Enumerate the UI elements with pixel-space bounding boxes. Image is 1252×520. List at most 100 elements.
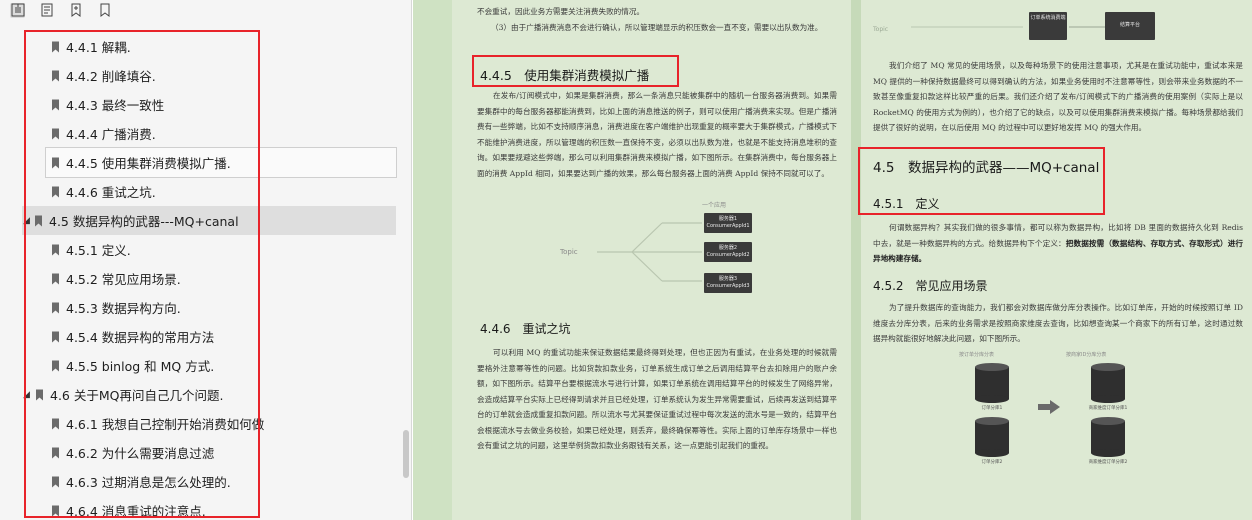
section-heading-4-4-6: 4.4.6 重试之坑 — [480, 322, 571, 336]
diagram-right-title: 按商家ID分库分表 — [1066, 352, 1107, 358]
diagram-topic-label: Topic — [873, 26, 889, 33]
bookmark-icon — [52, 447, 59, 458]
bookmark-icon — [52, 186, 59, 197]
outline-item-label: 4.4.2 削峰填谷. — [66, 69, 156, 84]
sidebar-scroll-thumb[interactable] — [403, 430, 409, 478]
outline-item-4-4-2[interactable]: 4.4.2 削峰填谷. — [0, 61, 398, 90]
diagram-arrows — [911, 26, 1105, 28]
outline-item-4-6-4[interactable]: 4.6.4 消息重试的注意点. — [0, 496, 398, 520]
paragraph: 不会重试，因此业务方需要关注消费失败的情况。 — [477, 7, 645, 16]
bookmark-icon — [52, 99, 59, 110]
outline-item-4-6-1[interactable]: 4.6.1 我想自己控制开始消费如何做 — [0, 409, 398, 438]
diagram-server-box: 服务器2 ConsumerAppId2 — [704, 242, 752, 262]
bookmark-icon — [52, 331, 59, 342]
section-heading-4-5-2: 4.5.2 常见应用场景 — [873, 279, 988, 293]
outline-sidebar: 4.4.1 解耦. 4.4.2 削峰填谷. 4.4.3 最终一致性 4.4.4 … — [0, 0, 412, 520]
bookmark-icon — [52, 41, 59, 52]
caret-expanded-icon[interactable]: ◢ — [23, 390, 33, 400]
section-heading-4-5-1: 4.5.1 定义 — [873, 197, 940, 211]
outline-item-4-6-2[interactable]: 4.6.2 为什么需要消息过滤 — [0, 438, 398, 467]
caret-expanded-icon[interactable]: ◢ — [23, 216, 33, 226]
outline-item-4-6-3[interactable]: 4.6.3 过期消息是怎么处理的. — [0, 467, 398, 496]
outline-item-label: 4.5.1 定义. — [66, 243, 131, 258]
section-heading-4-4-5: 4.4.5 使用集群消费模拟广播 — [480, 68, 650, 83]
outline-item-4-5-2[interactable]: 4.5.2 常见应用场景. — [0, 264, 398, 293]
outline-item-label: 4.6.2 为什么需要消息过滤 — [66, 446, 215, 461]
database-label: 订单分库1 — [981, 406, 1003, 411]
paragraph: 可以利用 MQ 的重试功能来保证数据结果最终得到处理，但也正因为有重试，在业务处… — [477, 348, 837, 450]
bookmark-add-icon[interactable] — [68, 3, 83, 18]
arrow-right-icon — [1038, 400, 1060, 414]
paragraph: （3）由于广播消费消息不会进行确认，所以管理端显示的积压数会一直不变，需要以出队… — [491, 23, 823, 32]
database-label: 商家维度订单分库1 — [1088, 406, 1128, 411]
outline-item-label: 4.6.1 我想自己控制开始消费如何做 — [66, 417, 265, 432]
bookmark-icon — [36, 389, 43, 400]
diagram-left-title: 按订单分库分表 — [959, 352, 995, 358]
outline-item-label: 4.5.2 常见应用场景. — [66, 272, 181, 287]
outline-item-label: 4.4.1 解耦. — [66, 40, 131, 55]
outline-icon[interactable] — [39, 3, 54, 18]
outline-item-label: 4.5.4 数据异构的常用方法 — [66, 330, 215, 345]
document-viewer[interactable]: 不会重试，因此业务方需要关注消费失败的情况。 （3）由于广播消费消息不会进行确认… — [413, 0, 1252, 520]
page-right: Topic 订单系统消费端 结算平台 我们介绍了 MQ 常见的使用场景，以及每种… — [861, 0, 1252, 520]
bookmark-icon — [52, 157, 59, 168]
paragraph: 为了提升数据库的查询能力，我们都会对数据库做分库分表操作。比如订单库，开始的时候… — [873, 303, 1243, 343]
diagram-settlement-box: 结算平台 — [1105, 12, 1155, 40]
bookmark-icon — [52, 70, 59, 81]
outline-item-4-5-3[interactable]: 4.5.3 数据异构方向. — [0, 293, 398, 322]
diagram-server-box: 服务器3 ConsumerAppId3 — [704, 273, 752, 293]
outline-item-label: 4.6 关于MQ再问自己几个问题. — [50, 388, 224, 403]
database-icon — [975, 363, 1009, 403]
page-left: 不会重试，因此业务方需要关注消费失败的情况。 （3）由于广播消费消息不会进行确认… — [452, 0, 851, 520]
outline-item-4-4-4[interactable]: 4.4.4 广播消费. — [0, 119, 398, 148]
sidebar-toolbar — [0, 0, 411, 20]
bookmark-icon — [52, 128, 59, 139]
bookmark-icon — [35, 215, 42, 226]
outline-item-label: 4.4.3 最终一致性 — [66, 98, 165, 113]
outline-item-4-5[interactable]: ◢ 4.5 数据异构的武器---MQ+canal — [22, 206, 396, 235]
diagram-topic-label: Topic — [560, 248, 578, 256]
paragraph: 在发布/订阅模式中，如果是集群消费，那么一条消息只能被集群中的随机一台服务器消费… — [477, 91, 837, 178]
database-icon — [975, 417, 1009, 457]
section-heading-4-5: 4.5 数据异构的武器——MQ+canal — [873, 160, 1100, 176]
database-label: 订单分库2 — [981, 460, 1003, 465]
outline-item-4-4-1[interactable]: 4.4.1 解耦. — [0, 32, 398, 61]
diagram-consumer-label: ConsumerAppId2 — [706, 252, 750, 258]
outline-item-4-4-3[interactable]: 4.4.3 最终一致性 — [0, 90, 398, 119]
bookmark-icon — [52, 476, 59, 487]
bookmark-icon — [52, 360, 59, 371]
database-icon — [1091, 417, 1125, 457]
bookmark-icon — [52, 273, 59, 284]
bookmark-icon — [52, 505, 59, 516]
bookmark-icon — [52, 418, 59, 429]
outline-item-label: 4.4.6 重试之坑. — [66, 185, 156, 200]
bookmark-icon[interactable] — [97, 3, 112, 18]
outline-item-label: 4.5.3 数据异构方向. — [66, 301, 181, 316]
diagram-consumer-label: ConsumerAppId3 — [706, 283, 750, 289]
outline-item-4-4-5[interactable]: 4.4.5 使用集群消费模拟广播. — [45, 147, 397, 178]
outline-item-4-5-5[interactable]: 4.5.5 binlog 和 MQ 方式. — [0, 351, 398, 380]
outline-item-4-6[interactable]: ◢ 4.6 关于MQ再问自己几个问题. — [0, 380, 398, 409]
outline-item-4-4-6[interactable]: 4.4.6 重试之坑. — [0, 177, 398, 206]
outline-item-label: 4.5.5 binlog 和 MQ 方式. — [66, 359, 215, 374]
outline-item-4-5-1[interactable]: 4.5.1 定义. — [0, 235, 398, 264]
diagram-consumer-label: ConsumerAppId1 — [706, 223, 750, 229]
database-label: 商家维度订单分库2 — [1088, 460, 1128, 465]
diagram-server-label: 服务器3 — [718, 276, 738, 282]
paragraph: 我们介绍了 MQ 常见的使用场景，以及每种场景下的使用注意事项，尤其是在重试功能… — [873, 61, 1243, 132]
outline-item-label: 4.5 数据异构的武器---MQ+canal — [49, 214, 239, 229]
bookmark-icon — [52, 244, 59, 255]
diagram-server-label: 服务器2 — [718, 245, 738, 251]
diagram-title: 一个应用 — [702, 202, 727, 209]
diagram-server-label: 服务器1 — [718, 216, 738, 222]
outline-item-4-5-4[interactable]: 4.5.4 数据异构的常用方法 — [0, 322, 398, 351]
page-gutter — [851, 0, 861, 520]
paragraph: 何谓数据异构？其实我们做的很多事情，都可以称为数据异构，比如将 DB 里面的数据… — [873, 220, 1243, 267]
bookmark-icon — [52, 302, 59, 313]
outline-item-label: 4.6.3 过期消息是怎么处理的. — [66, 475, 231, 490]
outline-item-label: 4.4.4 广播消费. — [66, 127, 156, 142]
outline-item-label: 4.6.4 消息重试的注意点. — [66, 504, 206, 519]
database-icon — [1091, 363, 1125, 403]
thumbnails-icon[interactable] — [10, 2, 25, 18]
outline-item-label: 4.4.5 使用集群消费模拟广播. — [66, 156, 231, 171]
